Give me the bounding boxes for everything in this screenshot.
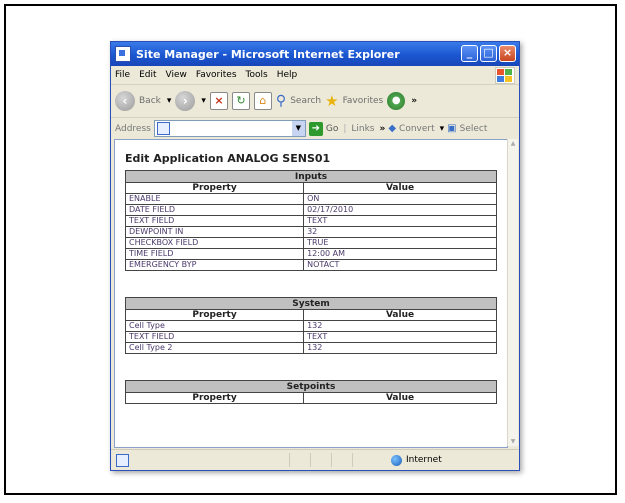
forward-dropdown-icon[interactable]: ▾ (201, 96, 206, 106)
property-cell: CHECKBOX FIELD (124, 237, 305, 249)
media-icon[interactable]: ● (387, 92, 406, 110)
browser-window: Site Manager - Microsoft Internet Explor… (110, 41, 520, 471)
property-cell: Cell Type (124, 320, 305, 332)
page-done-icon (116, 453, 129, 467)
favorites-star-icon[interactable]: ★ (325, 92, 338, 110)
scroll-down-icon[interactable]: ▼ (509, 438, 517, 445)
section-title: Inputs (125, 170, 497, 183)
status-bar: Internet (111, 449, 519, 470)
address-label: Address (115, 123, 151, 134)
property-header: Property (124, 392, 305, 404)
page-icon (156, 122, 170, 135)
value-cell[interactable]: TRUE (303, 237, 497, 249)
separator: | (343, 123, 347, 134)
value-cell[interactable]: 32 (303, 226, 497, 238)
value-cell[interactable]: ON (303, 193, 497, 205)
zone-label: Internet (406, 455, 442, 465)
globe-icon (391, 454, 402, 466)
value-header: Value (303, 182, 497, 194)
stop-icon[interactable]: × (209, 92, 228, 110)
table-row[interactable]: CHECKBOX FIELD TRUE (124, 237, 497, 249)
table-row[interactable]: DATE FIELD 02/17/2010 (124, 204, 497, 216)
value-header: Value (303, 392, 497, 404)
page-content: Edit Application ANALOG SENS01 Inputs Pr… (114, 139, 508, 448)
property-cell: TEXT FIELD (124, 331, 305, 343)
security-zone: Internet (391, 454, 442, 466)
system-table: System Property Value Cell Type 132 TEXT … (124, 297, 497, 354)
menu-view[interactable]: View (166, 70, 187, 80)
menu-file[interactable]: File (115, 70, 130, 80)
menu-help[interactable]: Help (277, 70, 298, 80)
go-button[interactable]: Go (326, 124, 338, 134)
value-cell[interactable]: TEXT (303, 215, 497, 227)
setpoints-table: Setpoints Property Value (124, 380, 497, 404)
menu-edit[interactable]: Edit (139, 70, 156, 80)
back-dropdown-icon[interactable]: ▾ (167, 96, 172, 106)
menu-tools[interactable]: Tools (246, 70, 268, 80)
address-bar: Address ▼ ➜ Go | Links » ◆ Convert ▾ ▣ S… (111, 118, 519, 139)
windows-logo-icon (495, 67, 515, 84)
table-row[interactable]: EMERGENCY BYP NOTACT (124, 259, 497, 271)
property-cell: ENABLE (124, 193, 305, 205)
menu-bar: File Edit View Favorites Tools Help (111, 66, 519, 85)
section-title: Setpoints (125, 380, 497, 393)
status-panels (289, 453, 373, 467)
select-icon[interactable]: ▣ (447, 123, 456, 134)
inputs-table: Inputs Property Value ENABLE ON DATE FIEL… (124, 170, 497, 271)
search-icon[interactable]: ⚲ (276, 93, 286, 109)
property-header: Property (124, 182, 305, 194)
property-cell: TEXT FIELD (124, 215, 305, 227)
address-dropdown-icon[interactable]: ▼ (291, 121, 305, 136)
links-overflow-icon[interactable]: » (380, 124, 386, 134)
value-cell[interactable]: 02/17/2010 (303, 204, 497, 216)
property-cell: DATE FIELD (124, 204, 305, 216)
home-icon[interactable]: ⌂ (253, 92, 272, 110)
ie-icon (115, 46, 131, 62)
property-cell: EMERGENCY BYP (124, 259, 305, 271)
page-title: Edit Application ANALOG SENS01 (125, 152, 331, 165)
menu-favorites[interactable]: Favorites (196, 70, 237, 80)
title-bar[interactable]: Site Manager - Microsoft Internet Explor… (111, 42, 519, 66)
property-cell: DEWPOINT IN (124, 226, 305, 238)
window-title: Site Manager - Microsoft Internet Explor… (136, 47, 400, 61)
value-cell[interactable]: 132 (303, 342, 497, 354)
convert-dropdown-icon[interactable]: ▾ (440, 124, 445, 134)
refresh-icon[interactable]: ↻ (231, 92, 250, 110)
value-cell[interactable]: 132 (303, 320, 497, 332)
vertical-scrollbar[interactable]: ▲ ▼ (507, 139, 518, 446)
table-row[interactable]: TIME FIELD 12:00 AM (124, 248, 497, 260)
toolbar-overflow-icon[interactable]: » (411, 96, 417, 106)
minimize-button[interactable]: _ (461, 45, 478, 62)
select-button[interactable]: Select (460, 124, 488, 134)
standard-toolbar: ‹ Back ▾ › ▾ × ↻ ⌂ ⚲ Search ★ Favorites … (111, 85, 519, 118)
value-cell[interactable]: 12:00 AM (303, 248, 497, 260)
convert-icon[interactable]: ◆ (388, 123, 396, 134)
favorites-button[interactable]: Favorites (343, 96, 384, 106)
table-row[interactable]: ENABLE ON (124, 193, 497, 205)
value-header: Value (303, 309, 497, 321)
property-cell: Cell Type 2 (124, 342, 305, 354)
forward-arrow-icon[interactable]: › (175, 91, 196, 111)
table-row[interactable]: Cell Type 132 (124, 320, 497, 332)
property-cell: TIME FIELD (124, 248, 305, 260)
go-arrow-icon[interactable]: ➜ (308, 121, 323, 136)
table-row[interactable]: TEXT FIELD TEXT (124, 215, 497, 227)
property-header: Property (124, 309, 305, 321)
table-row[interactable]: DEWPOINT IN 32 (124, 226, 497, 238)
back-arrow-icon[interactable]: ‹ (115, 91, 135, 111)
section-title: System (125, 297, 497, 310)
table-row[interactable]: TEXT FIELD TEXT (124, 331, 497, 343)
table-row[interactable]: Cell Type 2 132 (124, 342, 497, 354)
close-button[interactable]: × (499, 45, 516, 62)
search-button[interactable]: Search (290, 96, 321, 106)
convert-button[interactable]: Convert (399, 124, 435, 134)
back-label[interactable]: Back (139, 96, 161, 106)
maximize-button[interactable]: □ (480, 45, 497, 62)
links-button[interactable]: Links (351, 124, 374, 134)
value-cell[interactable]: NOTACT (303, 259, 497, 271)
scroll-up-icon[interactable]: ▲ (509, 140, 517, 147)
value-cell[interactable]: TEXT (303, 331, 497, 343)
address-input[interactable]: ▼ (153, 120, 306, 137)
